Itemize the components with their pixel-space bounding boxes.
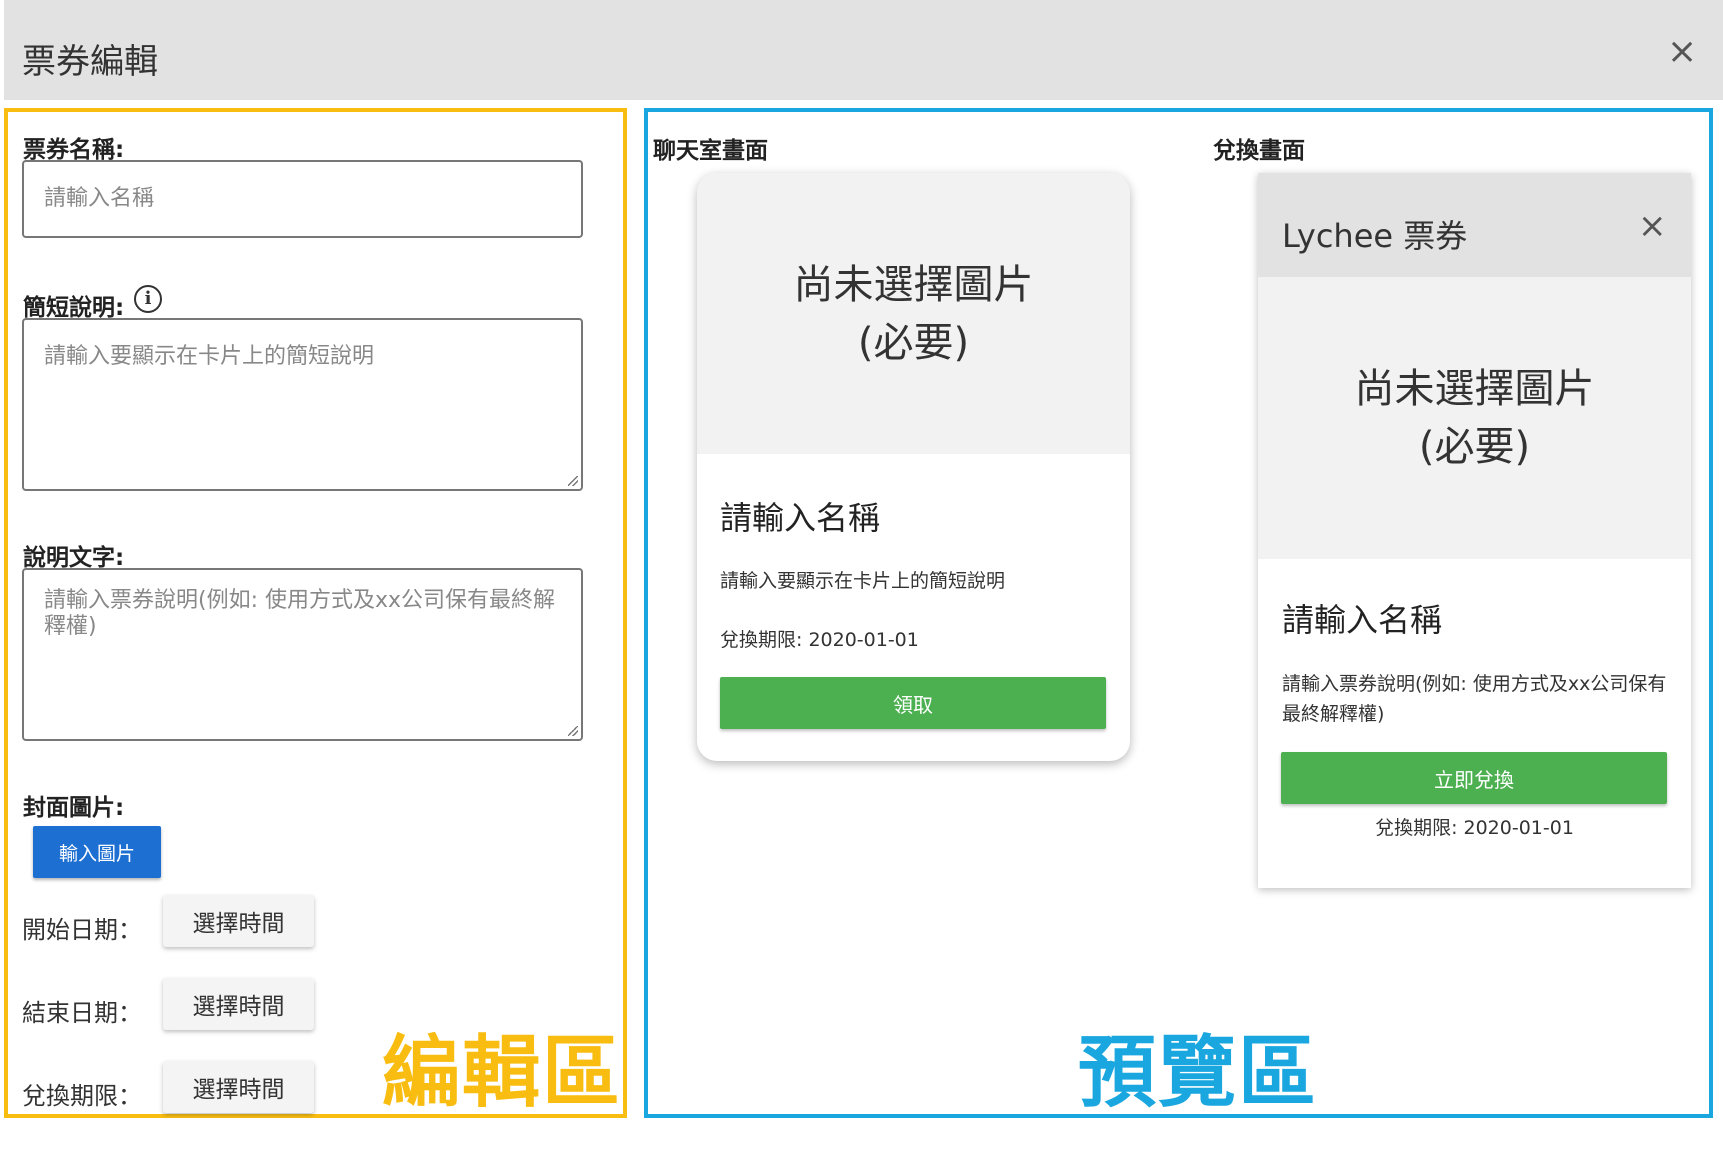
chat-card-short-desc: 請輸入要顯示在卡片上的簡短說明 xyxy=(720,570,1006,592)
ticket-name-placeholder: 請輸入名稱 xyxy=(44,186,155,211)
chat-card-expiry: 兌換期限: 2020-01-01 xyxy=(720,629,919,651)
ticket-name-label: 票券名稱: xyxy=(23,137,125,163)
info-icon[interactable]: i xyxy=(134,285,162,313)
resize-grip-icon[interactable] xyxy=(568,726,578,736)
resize-grip-icon[interactable] xyxy=(568,476,578,486)
redeem-ticket-name: 請輸入名稱 xyxy=(1282,601,1443,639)
upload-image-button[interactable]: 輸入圖片 xyxy=(33,826,161,878)
redeem-panel: Lychee 票券 × 尚未選擇圖片 (必要) 請輸入名稱 請輸入票券說明(例如… xyxy=(1258,173,1691,888)
chat-card-name: 請輸入名稱 xyxy=(720,499,881,537)
chat-card-image-placeholder: 尚未選擇圖片 (必要) xyxy=(697,173,1130,454)
start-date-label: 開始日期： xyxy=(22,916,142,944)
short-desc-textarea[interactable]: 請輸入要顯示在卡片上的簡短說明 xyxy=(22,318,583,491)
dialog-title: 票券編輯 xyxy=(22,42,158,82)
redeem-now-button[interactable]: 立即兌換 xyxy=(1281,752,1667,804)
image-placeholder-text: 尚未選擇圖片 xyxy=(1354,366,1595,412)
ticket-name-input[interactable]: 請輸入名稱 xyxy=(22,160,583,238)
image-placeholder-required: (必要) xyxy=(857,319,970,366)
dialog-header xyxy=(4,0,1723,100)
expiry-select-button[interactable]: 選擇時間 xyxy=(163,1061,314,1113)
cover-image-label: 封面圖片: xyxy=(23,795,125,821)
start-date-select-button[interactable]: 選擇時間 xyxy=(163,895,314,947)
redeem-preview-title: 兌換畫面 xyxy=(1213,138,1305,164)
close-icon[interactable]: × xyxy=(1638,209,1667,243)
end-date-label: 結束日期： xyxy=(22,999,142,1027)
short-desc-placeholder: 請輸入要顯示在卡片上的簡短說明 xyxy=(44,344,375,369)
image-placeholder-required: (必要) xyxy=(1418,424,1531,470)
redeem-image-placeholder: 尚未選擇圖片 (必要) xyxy=(1258,277,1691,559)
image-placeholder-text: 尚未選擇圖片 xyxy=(793,261,1034,308)
description-placeholder: 請輸入票券說明(例如: 使用方式及xx公司保有最終解釋權) xyxy=(44,588,556,639)
chat-preview-title: 聊天室畫面 xyxy=(653,138,768,164)
close-icon[interactable]: × xyxy=(1667,34,1697,70)
description-label: 說明文字: xyxy=(23,545,125,571)
expiry-label: 兌換期限： xyxy=(22,1082,142,1110)
redeem-panel-title: Lychee 票券 xyxy=(1282,217,1468,255)
claim-button[interactable]: 領取 xyxy=(720,677,1106,729)
redeem-expiry: 兌換期限: 2020-01-01 xyxy=(1375,817,1574,839)
end-date-select-button[interactable]: 選擇時間 xyxy=(163,978,314,1030)
chat-ticket-card: 尚未選擇圖片 (必要) 請輸入名稱 請輸入要顯示在卡片上的簡短說明 兌換期限: … xyxy=(697,173,1130,761)
short-desc-label: 簡短說明: xyxy=(23,295,125,321)
redeem-ticket-description: 請輸入票券說明(例如: 使用方式及xx公司保有最終解釋權) xyxy=(1282,673,1667,725)
description-textarea[interactable]: 請輸入票券說明(例如: 使用方式及xx公司保有最終解釋權) xyxy=(22,568,583,741)
preview-zone-label: 預覽區 xyxy=(1078,1028,1319,1118)
edit-zone-label: 編輯區 xyxy=(382,1028,623,1118)
